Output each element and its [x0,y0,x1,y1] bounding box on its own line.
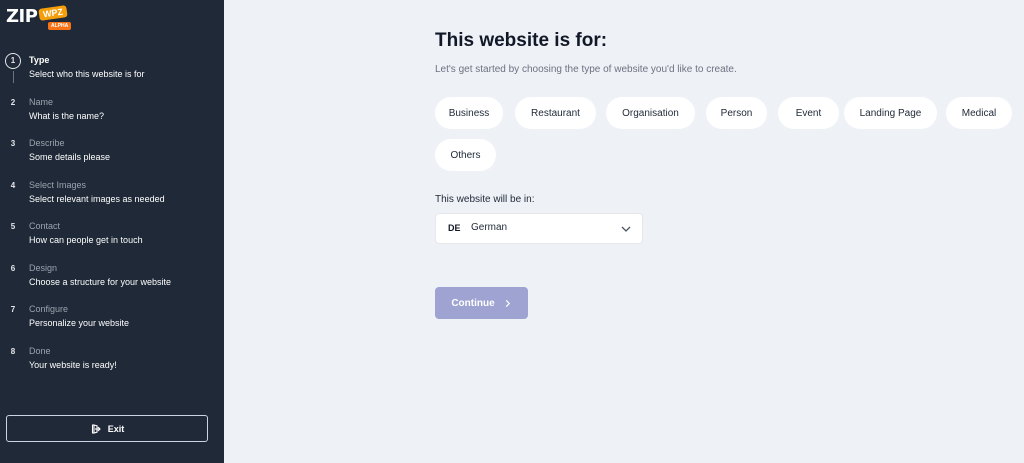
step-description: Choose a structure for your website [29,277,172,287]
zipwp-logo: ZIP WPZ ALPHA [6,4,76,34]
main-content: This website is for: Let's get started b… [224,0,1024,463]
step-number: 1 [5,53,21,69]
step-number: 2 [10,98,16,107]
step-description: Some details please [29,152,111,162]
exit-icon [91,423,101,434]
exit-label: Exit [107,423,125,434]
step-connector [13,71,14,83]
step-description: What is the name? [29,111,105,121]
type-chip-others[interactable]: Others [435,139,496,171]
language-select[interactable]: DE German [435,213,643,244]
step-number: 6 [10,264,16,273]
step-type[interactable]: 1 Type Select who this website is for [0,50,224,84]
step-title: Contact [29,221,61,231]
step-description: Your website is ready! [29,360,117,370]
step-description: Select who this website is for [29,69,145,79]
logo-alpha-tag: ALPHA [48,22,72,30]
chevron-down-icon [621,226,631,232]
type-chip-organisation[interactable]: Organisation [606,97,695,129]
step-select-images[interactable]: 4 Select Images Select relevant images a… [0,175,224,209]
step-describe[interactable]: 3 Describe Some details please [0,133,224,167]
step-title: Type [29,55,50,65]
page-subtitle: Let's get started by choosing the type o… [435,64,737,75]
step-description: Personalize your website [29,318,130,328]
step-design[interactable]: 6 Design Choose a structure for your web… [0,258,224,292]
continue-label: Continue [451,297,495,309]
step-number: 5 [10,222,16,231]
language-label: This website will be in: [435,194,535,205]
type-chip-landing-page[interactable]: Landing Page [844,97,937,129]
language-value: German [471,222,508,233]
type-chip-restaurant[interactable]: Restaurant [515,97,596,129]
page-title: This website is for: [435,30,608,51]
type-chip-event[interactable]: Event [778,97,839,129]
step-number: 3 [10,139,16,148]
step-title: Name [29,97,54,107]
step-number: 4 [10,181,16,190]
language-code: DE [448,223,461,233]
step-configure[interactable]: 7 Configure Personalize your website [0,299,224,333]
step-number: 7 [10,305,16,314]
step-description: How can people get in touch [29,235,143,245]
sidebar: ZIP WPZ ALPHA 1 Type Select who this web… [0,0,224,463]
continue-button[interactable]: Continue [435,287,528,319]
step-contact[interactable]: 5 Contact How can people get in touch [0,216,224,250]
step-title: Design [29,263,58,273]
chevron-right-icon [505,299,510,307]
type-chip-person[interactable]: Person [706,97,767,129]
exit-button[interactable]: Exit [6,415,208,442]
step-description: Select relevant images as needed [29,194,165,204]
step-title: Select Images [29,180,87,190]
logo-badge: WPZ [38,5,68,21]
step-title: Configure [29,304,69,314]
type-chip-medical[interactable]: Medical [946,97,1012,129]
logo-text: ZIP [6,6,38,27]
step-name[interactable]: 2 Name What is the name? [0,92,224,126]
step-done[interactable]: 8 Done Your website is ready! [0,341,224,375]
step-title: Describe [29,138,65,148]
step-title: Done [29,346,51,356]
step-number: 8 [10,347,16,356]
type-chip-business[interactable]: Business [435,97,503,129]
